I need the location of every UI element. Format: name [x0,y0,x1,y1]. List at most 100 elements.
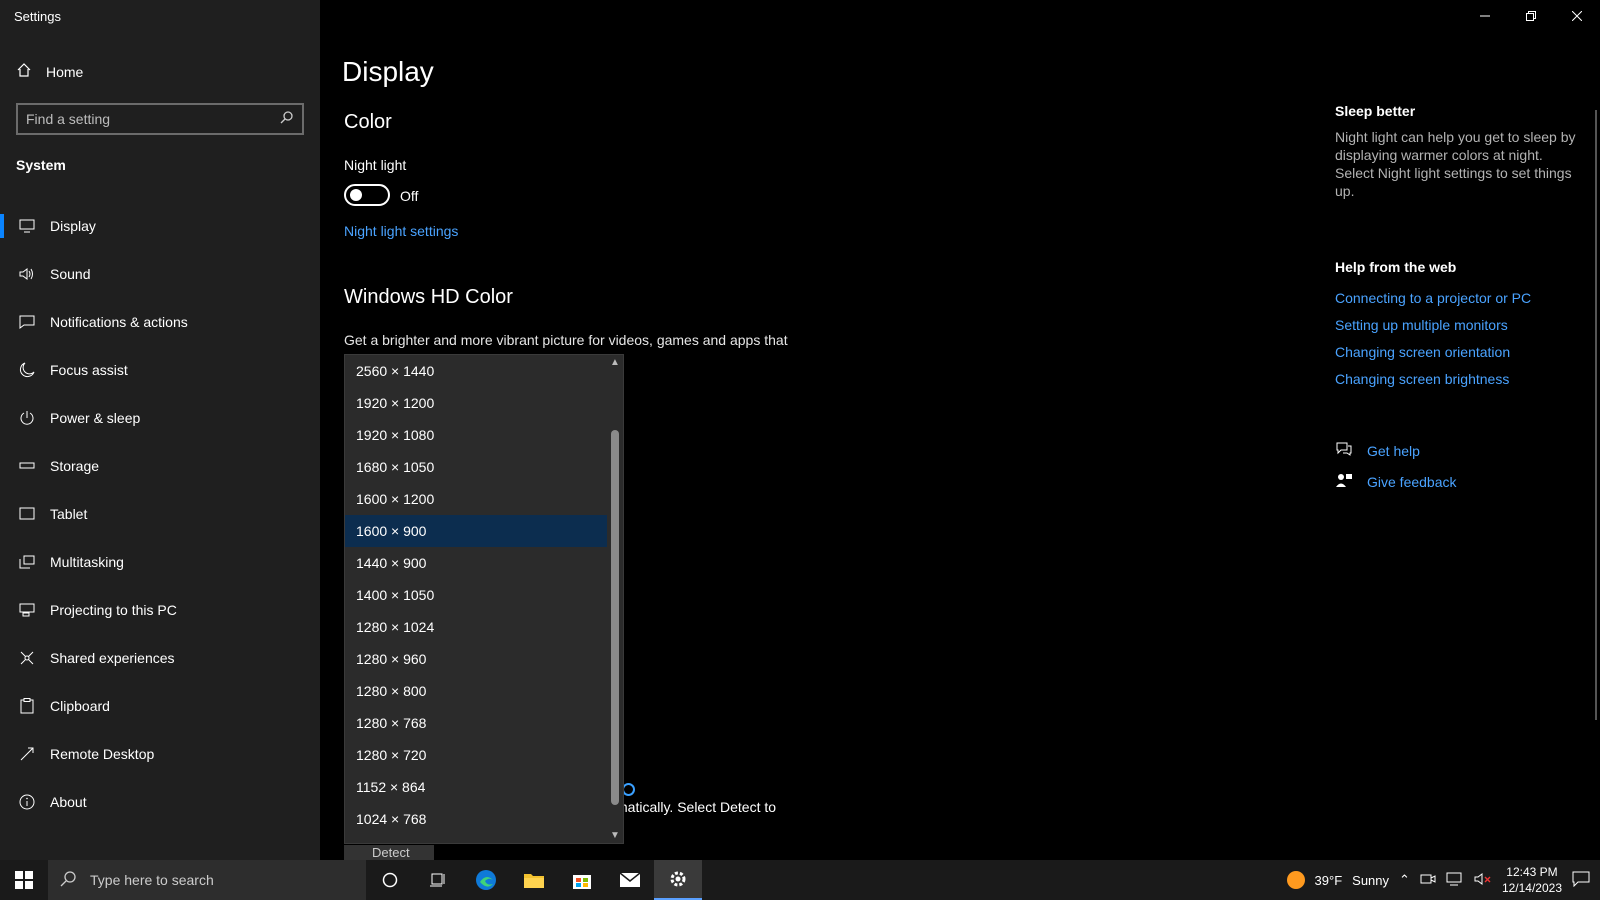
sidebar-item-label: About [50,794,87,810]
sidebar-item-label: Tablet [50,506,88,522]
sidebar-item-projecting[interactable]: Projecting to this PC [0,586,320,634]
help-link-screen-brightness[interactable]: Changing screen brightness [1335,371,1531,398]
sidebar-item-storage[interactable]: Storage [0,442,320,490]
resolution-option[interactable]: 1280 × 960 [345,643,607,675]
moon-icon [18,361,36,379]
scroll-up-icon[interactable]: ▲ [610,357,620,368]
sidebar-item-multitasking[interactable]: Multitasking [0,538,320,586]
sidebar-item-about[interactable]: About [0,778,320,826]
taskbar-clock[interactable]: 12:43 PM 12/14/2023 [1502,864,1562,896]
close-button[interactable] [1554,0,1600,32]
resolution-option[interactable]: 2560 × 1440 [345,355,607,387]
resolution-option[interactable]: 1152 × 864 [345,771,607,803]
chevron-up-icon[interactable]: ⌃ [1399,872,1410,888]
volume-muted-icon[interactable] [1474,872,1492,889]
give-feedback-label: Give feedback [1367,473,1457,490]
resolution-option[interactable]: 1280 × 768 [345,707,607,739]
resolution-option[interactable]: 1024 × 768 [345,803,607,835]
resolution-option[interactable]: 1280 × 800 [345,675,607,707]
resolution-option-selected[interactable]: 1600 × 900 [345,515,607,547]
search-icon[interactable] [280,110,294,129]
scrollbar-thumb[interactable] [611,430,619,805]
resolution-option[interactable]: 1920 × 1200 [345,387,607,419]
sidebar-item-label: Focus assist [50,362,128,378]
microsoft-store-icon[interactable] [558,860,606,900]
sidebar-item-shared-experiences[interactable]: Shared experiences [0,634,320,682]
sidebar-item-label: Sound [50,266,91,282]
task-view-icon[interactable] [414,860,462,900]
sidebar-item-power-sleep[interactable]: Power & sleep [0,394,320,442]
file-explorer-icon[interactable] [510,860,558,900]
help-link-multiple-monitors[interactable]: Setting up multiple monitors [1335,317,1531,344]
resolution-option[interactable]: 1440 × 900 [345,547,607,579]
sidebar-item-label: Multitasking [50,554,124,570]
settings-gear-icon[interactable] [654,860,702,900]
scroll-down-icon[interactable]: ▼ [610,830,620,841]
page-scrollbar[interactable] [1595,110,1597,720]
storage-icon [18,457,36,475]
edge-browser-icon[interactable] [462,860,510,900]
settings-search-input[interactable] [26,111,266,127]
toggle-knob [350,189,362,201]
meet-now-icon[interactable] [1420,872,1436,889]
color-heading: Color [344,111,392,133]
projector-icon [18,601,36,619]
resolution-dropdown-list[interactable]: 2560 × 1440 1920 × 1200 1920 × 1080 1680… [344,354,624,844]
help-from-web-heading: Help from the web [1335,259,1457,275]
get-help-label: Get help [1367,442,1420,459]
give-feedback-link[interactable]: Give feedback [1335,472,1457,491]
sidebar-item-label: Power & sleep [50,410,141,426]
detect-description: matically. Select Detect to [616,799,777,815]
night-light-state: Off [400,188,419,204]
power-icon [18,409,36,427]
cortana-icon[interactable] [366,860,414,900]
clipboard-icon [18,697,36,715]
minimize-button[interactable] [1462,0,1508,32]
sleep-better-text: Night light can help you get to sleep by… [1335,129,1576,199]
night-light-toggle[interactable] [344,184,390,206]
taskbar-search-placeholder: Type here to search [90,872,214,888]
multitasking-icon [18,553,36,571]
network-icon[interactable] [1446,872,1464,889]
help-link-screen-orientation[interactable]: Changing screen orientation [1335,344,1531,371]
app-title: Settings [14,9,61,24]
sidebar-item-display[interactable]: Display [0,202,320,250]
resolution-option[interactable]: 1280 × 1024 [345,611,607,643]
resolution-option[interactable]: 1280 × 720 [345,739,607,771]
dropdown-scrollbar[interactable]: ▲ ▼ [607,355,623,843]
action-center-icon[interactable] [1572,871,1590,890]
taskbar: Type here to search 39°F Sunny ⌃ 12:43 P… [0,860,1600,900]
sidebar-item-focus-assist[interactable]: Focus assist [0,346,320,394]
home-link[interactable]: Home [16,62,83,81]
window-controls [1462,0,1600,32]
sidebar-item-label: Display [50,218,96,234]
page-title: Display [342,56,434,87]
get-help-link[interactable]: Get help [1335,441,1420,460]
weather-temperature[interactable]: 39°F [1315,873,1343,888]
night-light-settings-link[interactable]: Night light settings [344,223,458,239]
sidebar-item-label: Storage [50,458,100,474]
sidebar-item-clipboard[interactable]: Clipboard [0,682,320,730]
windows-logo-icon [15,871,33,889]
resolution-option[interactable]: 1680 × 1050 [345,451,607,483]
sidebar-item-label: Clipboard [50,698,110,714]
sidebar-item-notifications[interactable]: Notifications & actions [0,298,320,346]
resolution-option[interactable]: 1920 × 1080 [345,419,607,451]
settings-search-box[interactable] [16,103,304,135]
restore-button[interactable] [1508,0,1554,32]
weather-condition[interactable]: Sunny [1352,873,1389,888]
sidebar-item-sound[interactable]: Sound [0,250,320,298]
mail-icon[interactable] [606,860,654,900]
resolution-option[interactable]: 1400 × 1050 [345,579,607,611]
resolution-option[interactable]: 1600 × 1200 [345,483,607,515]
hd-color-heading: Windows HD Color [344,286,513,308]
taskbar-search[interactable]: Type here to search [48,860,366,900]
help-link-projector[interactable]: Connecting to a projector or PC [1335,290,1531,317]
start-button[interactable] [0,860,48,900]
sunny-weather-icon [1286,871,1305,889]
sidebar-item-remote-desktop[interactable]: Remote Desktop [0,730,320,778]
sidebar-item-tablet[interactable]: Tablet [0,490,320,538]
sleep-better-heading: Sleep better [1335,103,1416,119]
help-links: Connecting to a projector or PC Setting … [1335,290,1531,398]
clock-date: 12/14/2023 [1501,881,1562,895]
